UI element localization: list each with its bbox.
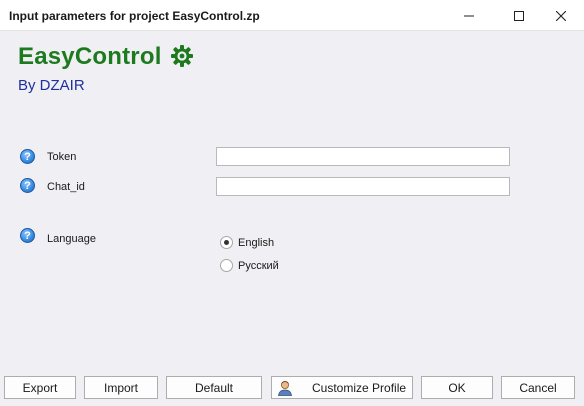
language-label: Language [47, 233, 96, 245]
window-title: Input parameters for project EasyControl… [9, 9, 260, 23]
language-option-label: Русский [238, 259, 279, 272]
export-button[interactable]: Export [4, 376, 76, 399]
import-button[interactable]: Import [84, 376, 158, 399]
minimize-icon [464, 15, 474, 16]
app-name: EasyControl [18, 43, 162, 70]
user-profile-icon [278, 381, 292, 396]
language-option-english[interactable]: English [220, 236, 274, 249]
close-icon [556, 10, 566, 21]
radio-button-selected[interactable] [220, 236, 233, 249]
help-icon[interactable]: ? [20, 149, 35, 164]
title-bar: Input parameters for project EasyControl… [0, 0, 584, 31]
customize-profile-button[interactable]: Customize Profile [271, 376, 413, 399]
minimize-button[interactable] [446, 0, 492, 31]
token-label: Token [47, 151, 77, 163]
customize-profile-label: Customize Profile [312, 381, 407, 395]
chat-id-label: Chat_id [47, 181, 85, 193]
gear-icon [171, 45, 193, 67]
ok-button[interactable]: OK [421, 376, 493, 399]
chat-id-field[interactable] [216, 177, 510, 196]
default-button[interactable]: Default [166, 376, 262, 399]
language-option-russian[interactable]: Русский [220, 259, 279, 272]
cancel-button[interactable]: Cancel [501, 376, 575, 399]
close-button[interactable] [538, 0, 584, 31]
maximize-button[interactable] [496, 0, 542, 31]
language-option-label: English [238, 236, 275, 249]
author-byline: By DZAIR [18, 77, 85, 94]
radio-button[interactable] [220, 259, 233, 272]
token-field[interactable] [216, 147, 510, 166]
help-icon[interactable]: ? [20, 178, 35, 193]
dialog-content: EasyControl By DZAIR ? Token ? Chat_id ?… [0, 31, 584, 406]
help-icon[interactable]: ? [20, 228, 35, 243]
maximize-icon [514, 10, 524, 21]
